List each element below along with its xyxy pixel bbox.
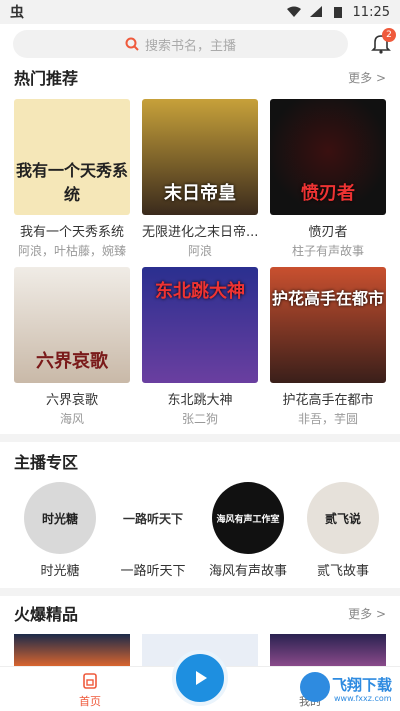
book-author: 柱子有声故事 bbox=[291, 244, 364, 258]
hotpicks-section-header: 火爆精品 更多 > bbox=[14, 602, 386, 624]
anchor-avatar: 海风有声工作室 bbox=[212, 482, 284, 554]
cover-title: 六界哀歌 bbox=[36, 351, 108, 372]
signal-icon bbox=[309, 6, 322, 17]
book-card[interactable]: 护花高手在都市 护花高手在都市 非吾，芋圆 bbox=[270, 267, 386, 427]
anchor-avatar: 时光糖 bbox=[24, 482, 96, 554]
hotpick-cover[interactable] bbox=[14, 634, 130, 666]
search-icon bbox=[125, 37, 139, 51]
anchor-logo-text: 海风有声工作室 bbox=[216, 514, 280, 525]
anchor-avatar: 一路听天下 bbox=[117, 482, 189, 554]
book-title: 无限进化之末日帝... bbox=[142, 225, 258, 240]
watermark-logo: 飞翔下载 www.fxxz.com bbox=[300, 666, 400, 711]
cover-title: 愤刃者 bbox=[301, 183, 355, 204]
wifi-icon bbox=[286, 6, 301, 17]
anchor-name: 一路听天下 bbox=[120, 564, 186, 579]
hot-section-header: 热门推荐 更多 > bbox=[14, 66, 386, 88]
watermark-circle bbox=[300, 672, 330, 702]
book-author: 张二狗 bbox=[181, 412, 218, 426]
search-placeholder: 搜索书名，主播 bbox=[144, 38, 236, 54]
cover-title: 东北跳大神 bbox=[155, 281, 245, 302]
status-bar: 虫 11:25 bbox=[0, 0, 400, 24]
hot-section-title: 热门推荐 bbox=[14, 69, 79, 88]
app-notification-icon: 虫 bbox=[10, 5, 24, 21]
book-title: 护花高手在都市 bbox=[282, 393, 374, 408]
battery-icon bbox=[333, 7, 342, 18]
play-icon bbox=[196, 671, 207, 685]
book-title: 我有一个天秀系统 bbox=[19, 225, 124, 240]
book-title: 六界哀歌 bbox=[45, 393, 98, 408]
status-time: 11:25 bbox=[352, 4, 390, 20]
book-title: 东北跳大神 bbox=[167, 393, 233, 408]
search-input[interactable]: 搜索书名，主播 bbox=[13, 30, 348, 58]
book-card[interactable]: 六界哀歌 六界哀歌 海风 bbox=[14, 267, 130, 427]
section-divider bbox=[0, 434, 400, 442]
anchor-logo-text: 贰飞说 bbox=[324, 511, 361, 526]
nav-home-label: 首页 bbox=[79, 695, 101, 708]
hotpicks-more-link[interactable]: 更多 > bbox=[348, 605, 386, 622]
play-button[interactable] bbox=[172, 650, 228, 706]
book-cover: 我有一个天秀系统 bbox=[14, 99, 130, 215]
hotpicks-section-title: 火爆精品 bbox=[14, 605, 79, 624]
nav-home[interactable]: 首页 bbox=[70, 672, 110, 709]
cover-title: 我有一个天秀系统 bbox=[15, 161, 128, 204]
anchor-name: 海风有声故事 bbox=[208, 564, 287, 579]
book-card[interactable]: 末日帝皇 无限进化之末日帝... 阿浪 bbox=[142, 99, 258, 259]
section-divider bbox=[0, 588, 400, 596]
anchor-item[interactable]: 时光糖 时光糖 bbox=[15, 482, 105, 579]
anchor-name: 时光糖 bbox=[40, 564, 80, 579]
anchor-section-title: 主播专区 bbox=[14, 453, 79, 472]
hot-more-link[interactable]: 更多 > bbox=[348, 69, 386, 86]
watermark-text: 飞翔下载 bbox=[332, 676, 393, 694]
book-author: 阿浪，叶枯藤，婉臻 bbox=[17, 244, 126, 258]
watermark-url: www.fxxz.com bbox=[334, 694, 392, 703]
book-author: 海风 bbox=[59, 412, 84, 426]
book-cover: 末日帝皇 bbox=[142, 99, 258, 215]
book-author: 阿浪 bbox=[187, 244, 212, 258]
hotpick-cover[interactable] bbox=[270, 634, 386, 666]
book-cover: 东北跳大神 bbox=[142, 267, 258, 383]
anchor-avatar: 贰飞说 bbox=[307, 482, 379, 554]
anchor-item[interactable]: 一路听天下 一路听天下 bbox=[108, 482, 198, 579]
book-author: 非吾，芋圆 bbox=[297, 412, 358, 426]
book-cover: 六界哀歌 bbox=[14, 267, 130, 383]
anchor-logo-text: 时光糖 bbox=[41, 511, 78, 526]
book-card[interactable]: 愤刃者 愤刃者 柱子有声故事 bbox=[270, 99, 386, 259]
home-icon bbox=[83, 673, 97, 689]
anchor-item[interactable]: 海风有声工作室 海风有声故事 bbox=[203, 482, 293, 579]
book-card[interactable]: 我有一个天秀系统 我有一个天秀系统 阿浪，叶枯藤，婉臻 bbox=[14, 99, 130, 259]
anchor-logo-text: 一路听天下 bbox=[122, 511, 183, 526]
anchor-section-header: 主播专区 bbox=[14, 450, 386, 472]
cover-title: 护花高手在都市 bbox=[271, 289, 384, 308]
book-cover: 愤刃者 bbox=[270, 99, 386, 215]
book-cover: 护花高手在都市 bbox=[270, 267, 386, 383]
anchor-name: 贰飞故事 bbox=[316, 564, 369, 579]
anchor-list: 时光糖 时光糖 一路听天下 一路听天下 海风有声工作室 海风有声故事 贰飞说 贰… bbox=[0, 482, 400, 582]
search-row: 搜索书名，主播 2 bbox=[0, 28, 400, 58]
cover-title: 末日帝皇 bbox=[164, 183, 236, 204]
book-card[interactable]: 东北跳大神 东北跳大神 张二狗 bbox=[142, 267, 258, 427]
notification-badge: 2 bbox=[382, 28, 396, 42]
book-title: 愤刃者 bbox=[308, 225, 348, 240]
anchor-item[interactable]: 贰飞说 贰飞故事 bbox=[298, 482, 388, 579]
